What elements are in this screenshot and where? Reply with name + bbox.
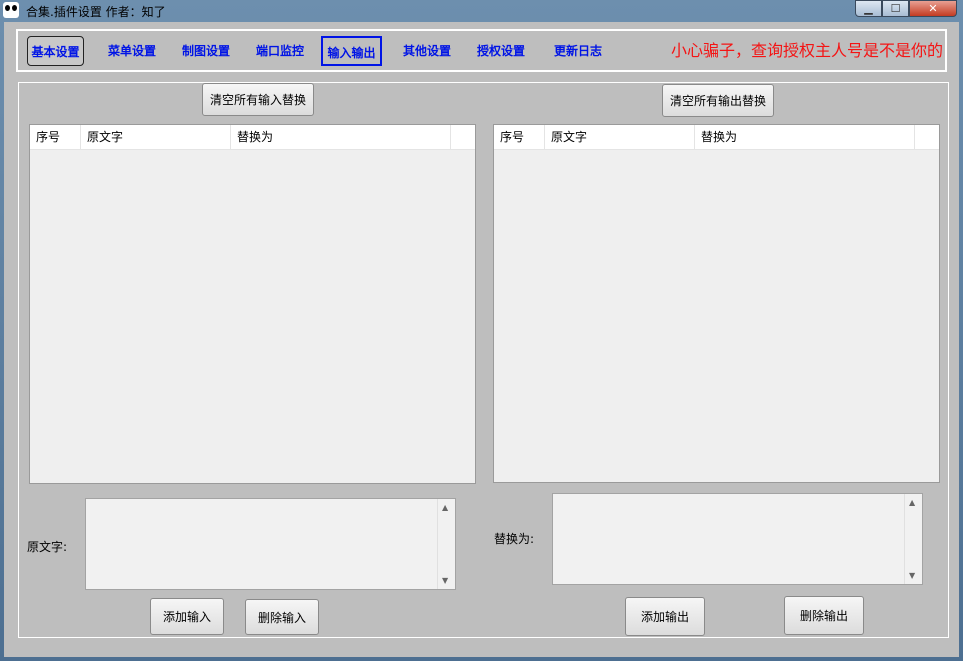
column-header-replace-with[interactable]: 替换为 (695, 125, 915, 149)
tab-update-log[interactable]: 更新日志 (549, 36, 607, 66)
input-replacement-table[interactable]: 序号 原文字 替换为 (29, 124, 476, 484)
column-header-original-text[interactable]: 原文字 (545, 125, 695, 149)
delete-output-button[interactable]: 删除输出 (784, 596, 864, 635)
replace-with-label: 替换为: (494, 532, 535, 546)
plugin-settings-window: 合集.插件设置 作者：知了 ▁ ☐ ✕ 基本设置 菜单设置 制图设置 端口监控 … (0, 0, 963, 661)
input-output-panel: 清空所有输入替换 序号 原文字 替换为 原文字: ▲ ▼ 添加输入 删除输入 清… (18, 82, 949, 638)
column-header-original-text[interactable]: 原文字 (81, 125, 231, 149)
scroll-up-arrow-icon[interactable]: ▲ (442, 503, 448, 512)
scam-warning-text: 小心骗子，查询授权主人号是不是你的 (670, 41, 943, 60)
original-text-input[interactable]: ▲ ▼ (85, 498, 456, 590)
output-table-header: 序号 原文字 替换为 (494, 125, 939, 150)
client-area: 基本设置 菜单设置 制图设置 端口监控 输入输出 其他设置 授权设置 更新日志 … (4, 22, 959, 657)
tab-other-settings[interactable]: 其他设置 (398, 36, 456, 66)
tab-input-output[interactable]: 输入输出 (321, 36, 382, 66)
replace-with-input[interactable]: ▲ ▼ (552, 493, 923, 585)
tab-basic-settings[interactable]: 基本设置 (27, 36, 84, 66)
close-button[interactable]: ✕ (909, 0, 957, 17)
column-header-replace-with[interactable]: 替换为 (231, 125, 451, 149)
add-output-button[interactable]: 添加输出 (625, 597, 705, 636)
tab-port-monitor[interactable]: 端口监控 (251, 36, 309, 66)
output-replacement-table[interactable]: 序号 原文字 替换为 (493, 124, 940, 483)
clear-input-replacements-button[interactable]: 清空所有输入替换 (202, 83, 314, 116)
add-input-button[interactable]: 添加输入 (150, 598, 224, 635)
tab-bar: 基本设置 菜单设置 制图设置 端口监控 输入输出 其他设置 授权设置 更新日志 … (16, 29, 947, 72)
minimize-button[interactable]: ▁ (855, 0, 882, 17)
tab-license-settings[interactable]: 授权设置 (472, 36, 530, 66)
original-text-scrollbar[interactable]: ▲ ▼ (437, 499, 455, 589)
title-bar[interactable]: 合集.插件设置 作者：知了 ▁ ☐ ✕ (0, 0, 963, 22)
column-header-index[interactable]: 序号 (494, 125, 545, 149)
tab-menu-settings[interactable]: 菜单设置 (103, 36, 161, 66)
input-table-header: 序号 原文字 替换为 (30, 125, 475, 150)
tab-drawing-settings[interactable]: 制图设置 (177, 36, 235, 66)
scroll-down-arrow-icon[interactable]: ▼ (442, 576, 448, 585)
replace-with-scrollbar[interactable]: ▲ ▼ (904, 494, 922, 584)
scroll-down-arrow-icon[interactable]: ▼ (909, 571, 915, 580)
original-text-label: 原文字: (27, 540, 68, 554)
scroll-up-arrow-icon[interactable]: ▲ (909, 498, 915, 507)
column-header-index[interactable]: 序号 (30, 125, 81, 149)
panda-app-icon (3, 2, 19, 18)
delete-input-button[interactable]: 删除输入 (245, 599, 319, 635)
clear-output-replacements-button[interactable]: 清空所有输出替换 (662, 84, 774, 117)
window-title: 合集.插件设置 作者：知了 (26, 5, 166, 19)
maximize-button[interactable]: ☐ (882, 0, 909, 17)
window-controls: ▁ ☐ ✕ (855, 0, 957, 17)
